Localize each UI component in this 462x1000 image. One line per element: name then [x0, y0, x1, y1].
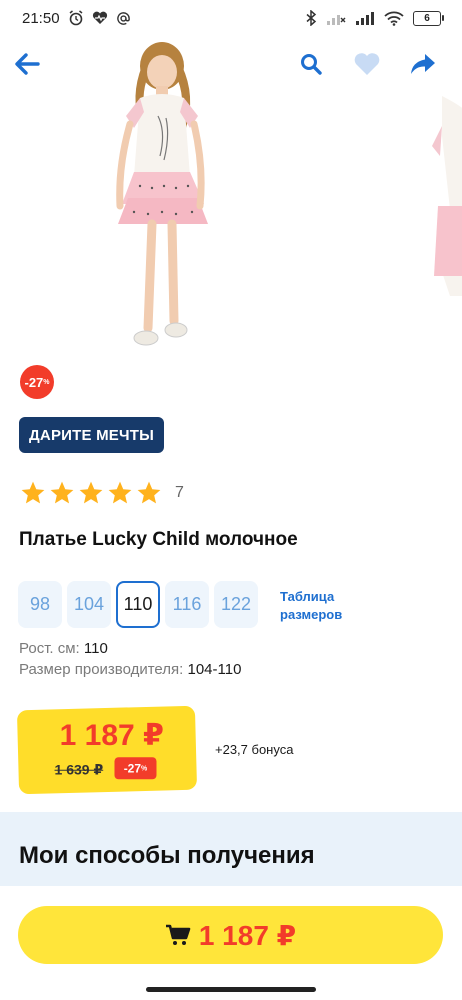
at-sign-icon	[116, 11, 131, 26]
height-info: Рост. см: 110	[19, 640, 108, 657]
discount-badge: -27%	[20, 365, 54, 399]
discount-value: -27	[24, 374, 44, 390]
promo-label: ДАРИТЕ МЕЧТЫ	[29, 426, 154, 444]
star-icon	[21, 481, 45, 504]
product-photo	[116, 42, 208, 346]
cart-icon	[165, 924, 191, 945]
battery-icon: 6	[413, 10, 444, 26]
review-count[interactable]: 7	[175, 484, 184, 502]
star-icon	[108, 481, 132, 504]
maker-size-info: Размер производителя: 104-110	[19, 661, 241, 678]
product-title: Платье Lucky Child молочное	[19, 529, 298, 550]
alarm-icon	[68, 10, 84, 26]
size-selector: 98 104 110 116 122	[18, 581, 258, 628]
price-discount-unit: %	[141, 764, 148, 772]
price-block: 1 187 ₽ 1 639 ₽ -27%	[16, 705, 198, 795]
home-indicator[interactable]	[146, 987, 316, 992]
delivery-section: Мои способы получения	[0, 812, 462, 892]
favorite-button[interactable]	[349, 46, 385, 82]
maker-size-label: Размер производителя:	[19, 661, 184, 678]
current-price: 1 187 ₽	[59, 718, 164, 752]
star-icon	[137, 481, 161, 504]
size-option-selected[interactable]: 110	[116, 581, 160, 628]
maker-size-value: 104-110	[187, 661, 242, 678]
star-icon	[50, 481, 74, 504]
health-heart-icon	[92, 11, 108, 25]
price-discount-value: -27	[123, 761, 142, 776]
cart-price: 1 187 ₽	[198, 919, 297, 951]
size-option[interactable]: 104	[67, 581, 111, 628]
back-arrow-icon	[15, 53, 40, 75]
bluetooth-icon	[305, 10, 317, 26]
add-to-cart-button[interactable]: 1 187 ₽	[18, 906, 443, 964]
heart-icon	[354, 53, 380, 75]
height-label: Рост. см:	[19, 640, 80, 657]
height-value: 110	[83, 640, 108, 657]
size-table-link[interactable]: Таблица размеров	[280, 588, 350, 624]
back-button[interactable]	[9, 46, 45, 82]
discount-unit: %	[43, 378, 50, 386]
old-price: 1 639 ₽	[54, 761, 104, 778]
share-icon	[411, 54, 435, 74]
status-time: 21:50	[22, 9, 60, 27]
size-option[interactable]: 122	[214, 581, 258, 628]
delivery-title: Мои способы получения	[19, 842, 315, 869]
product-photo-next	[432, 96, 462, 296]
price-discount-badge: -27%	[114, 757, 157, 780]
battery-level: 6	[413, 10, 441, 26]
top-navigation	[0, 44, 462, 84]
status-bar: 21:50 6	[0, 0, 462, 36]
size-option[interactable]: 116	[165, 581, 209, 628]
share-button[interactable]	[405, 46, 441, 82]
signal-icon	[355, 11, 375, 25]
bonus-text: +23,7 бонуса	[215, 742, 294, 757]
rating[interactable]: 7	[20, 480, 184, 506]
promo-button[interactable]: ДАРИТЕ МЕЧТЫ	[19, 417, 164, 453]
product-gallery[interactable]	[0, 36, 462, 356]
size-option[interactable]: 98	[18, 581, 62, 628]
bottom-bar: 1 187 ₽	[0, 886, 462, 1000]
search-icon	[301, 54, 322, 75]
search-button[interactable]	[293, 46, 329, 82]
star-icon	[79, 481, 103, 504]
signal-off-icon	[326, 11, 346, 25]
wifi-icon	[384, 11, 404, 26]
